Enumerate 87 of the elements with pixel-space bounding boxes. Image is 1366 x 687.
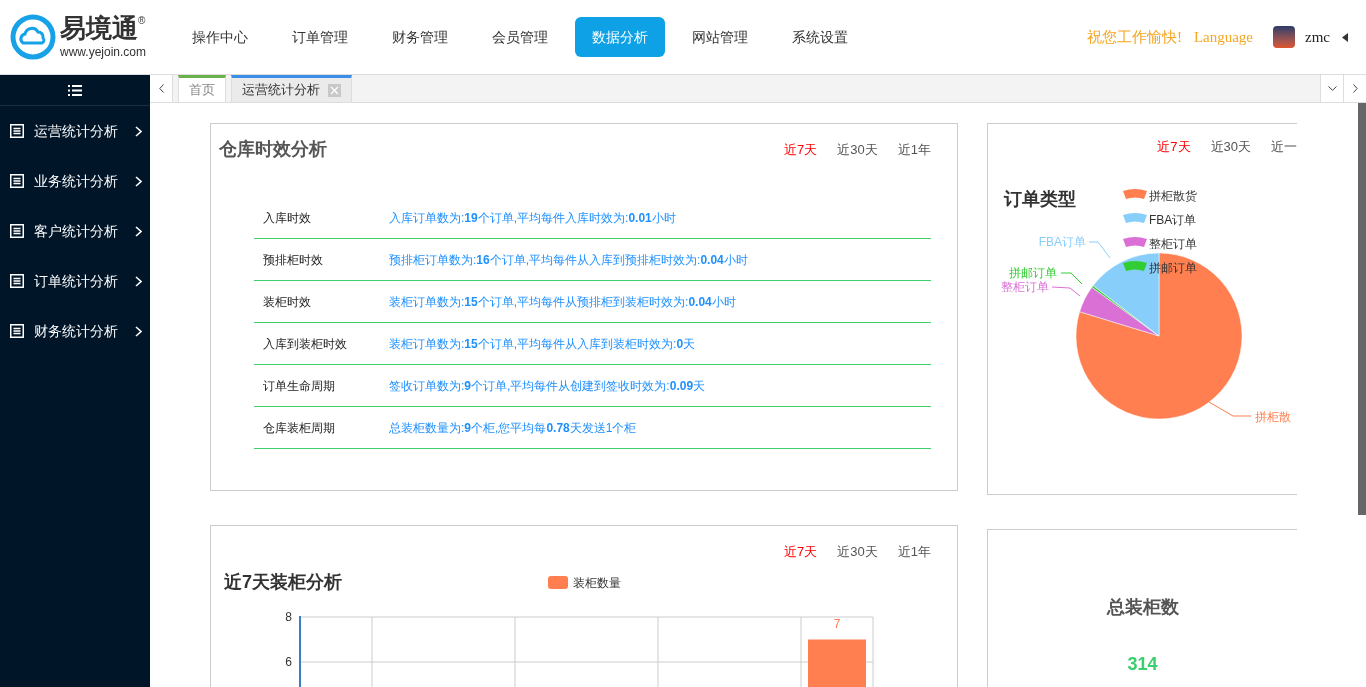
metric-label: 仓库装柜周期 xyxy=(262,419,336,437)
metric-label: 入库时效 xyxy=(262,209,312,227)
period-link[interactable]: 近7天 xyxy=(784,542,818,562)
chart-title: 订单类型 xyxy=(1004,189,1076,209)
period-link[interactable]: 近30天 xyxy=(837,140,878,160)
cloud-logo-icon xyxy=(10,14,56,60)
caret-icon[interactable] xyxy=(1342,32,1348,42)
list-icon xyxy=(10,274,24,288)
scroll-left-button[interactable] xyxy=(150,75,173,102)
nav-item[interactable]: 会员管理 xyxy=(475,17,565,57)
slice-label: 拼柜散 xyxy=(1255,410,1291,424)
period-link[interactable]: 近7天 xyxy=(784,140,818,160)
bar-value-label: 7 xyxy=(833,616,841,630)
menu-icon[interactable] xyxy=(68,84,82,96)
chevron-right-icon xyxy=(135,325,142,337)
nav-item[interactable]: 订单管理 xyxy=(275,17,365,57)
card-title: 总装柜数 xyxy=(1106,596,1179,619)
logo-name: 易境通 xyxy=(60,13,138,43)
metric-description: 入库订单数为:19个订单,平均每件入库时效为:0.01小时 xyxy=(389,209,676,227)
chevron-right-icon xyxy=(135,275,142,287)
registered-mark: ® xyxy=(138,14,146,26)
period-link[interactable]: 近一 xyxy=(1271,137,1297,157)
period-link[interactable]: 近30天 xyxy=(837,542,878,562)
sidebar-item[interactable]: 客户统计分析 xyxy=(0,206,150,256)
chart-bar xyxy=(808,639,866,687)
leader-line xyxy=(1208,401,1252,417)
legend-label[interactable]: 拼柜散货 xyxy=(1149,189,1197,203)
page-tab[interactable]: 首页 xyxy=(178,75,226,102)
legend-icon[interactable] xyxy=(1123,213,1147,223)
metric-label: 预排柜时效 xyxy=(262,251,324,269)
leader-line xyxy=(1051,286,1081,297)
scrollbar-thumb[interactable] xyxy=(1358,103,1366,515)
list-icon xyxy=(10,124,24,138)
metric-description: 总装柜数量为:9个柜,您平均每0.78天发送1个柜 xyxy=(389,419,637,437)
leader-line xyxy=(1088,241,1111,259)
nav-item[interactable]: 网站管理 xyxy=(675,17,765,57)
chevron-right-icon xyxy=(135,175,142,187)
list-icon xyxy=(10,224,24,238)
metric-description: 签收订单数为:9个订单,平均每件从创建到签收时效为:0.09天 xyxy=(389,377,706,395)
slice-label: FBA订单 xyxy=(1038,235,1086,249)
sidebar-item[interactable]: 订单统计分析 xyxy=(0,256,150,306)
metric-description: 装柜订单数为:15个订单,平均每件从预排柜到装柜时效为:0.04小时 xyxy=(389,293,736,311)
list-icon xyxy=(10,174,24,188)
legend-label[interactable]: 装柜数量 xyxy=(573,573,621,592)
chevron-right-icon xyxy=(135,225,142,237)
slice-label: 整柜订单 xyxy=(1001,280,1049,294)
legend-label[interactable]: 整柜订单 xyxy=(1149,237,1197,251)
dropdown-button[interactable] xyxy=(1320,75,1343,102)
avatar-photo-placeholder xyxy=(1273,26,1295,48)
metric-label: 订单生命周期 xyxy=(262,377,336,395)
legend-swatch[interactable] xyxy=(548,576,568,589)
slice-label: 拼邮订单 xyxy=(1009,266,1057,280)
nav-item[interactable]: 操作中心 xyxy=(175,17,265,57)
close-icon[interactable] xyxy=(328,83,341,97)
greeting-text: 祝您工作愉快! xyxy=(1086,27,1182,47)
nav-item[interactable]: 系统设置 xyxy=(775,17,865,57)
nav-item[interactable]: 财务管理 xyxy=(375,17,465,57)
chevron-right-icon xyxy=(135,125,142,137)
page-tab[interactable]: 运营统计分析 xyxy=(231,75,352,102)
card-title: 仓库时效分析 xyxy=(219,138,327,161)
metric-label: 入库到装柜时效 xyxy=(262,335,348,353)
legend-icon[interactable] xyxy=(1123,189,1147,199)
scroll-right-button[interactable] xyxy=(1343,75,1366,102)
chevron-left-icon xyxy=(158,84,164,93)
metric-label: 装柜时效 xyxy=(262,293,312,311)
legend-icon[interactable] xyxy=(1123,237,1147,247)
card-title: 近7天装柜分析 xyxy=(224,571,343,594)
sidebar-item[interactable]: 运营统计分析 xyxy=(0,106,150,156)
period-link[interactable]: 近1年 xyxy=(897,542,931,562)
legend-icon[interactable] xyxy=(1123,261,1147,271)
chevron-down-icon xyxy=(1327,86,1337,91)
legend-label[interactable]: FBA订单 xyxy=(1149,213,1197,227)
metric-description: 预排柜订单数为:16个订单,平均每件从入库到预排柜时效为:0.04小时 xyxy=(389,251,748,269)
metric-description: 装柜订单数为:15个订单,平均每件从入库到装柜时效为:0天 xyxy=(389,335,696,353)
list-icon xyxy=(10,324,24,338)
leader-line xyxy=(1060,272,1083,285)
total-value: 314 xyxy=(1127,653,1158,676)
axis-tick-label: 8 xyxy=(285,609,292,624)
user-name[interactable]: zmc xyxy=(1305,25,1330,49)
period-link[interactable]: 近7天 xyxy=(1157,137,1191,157)
sidebar-item[interactable]: 财务统计分析 xyxy=(0,306,150,356)
sidebar-item[interactable]: 业务统计分析 xyxy=(0,156,150,206)
chevron-right-icon xyxy=(1352,84,1358,93)
period-link[interactable]: 近1年 xyxy=(897,140,931,160)
period-link[interactable]: 近30天 xyxy=(1210,137,1251,157)
axis-tick-label: 6 xyxy=(285,654,292,669)
logo-url: www.yejoin.com xyxy=(60,44,147,61)
